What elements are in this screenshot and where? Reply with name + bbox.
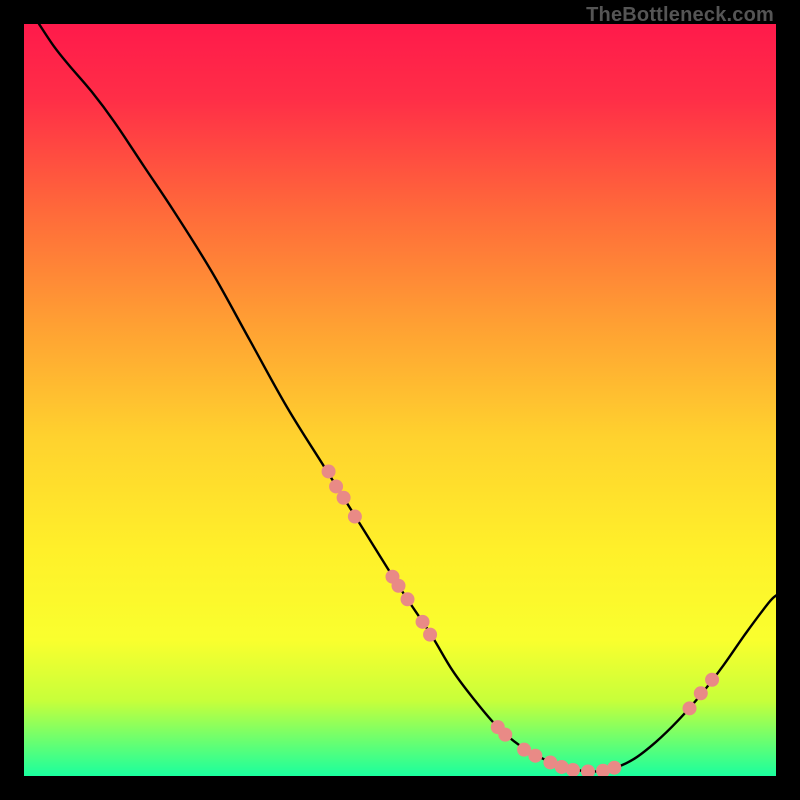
sample-point (416, 615, 430, 629)
sample-point (607, 761, 621, 775)
sample-point (348, 510, 362, 524)
chart-frame (24, 24, 776, 776)
plot-background (24, 24, 776, 776)
sample-point (705, 673, 719, 687)
sample-point (683, 701, 697, 715)
sample-point (694, 686, 708, 700)
sample-point (423, 628, 437, 642)
sample-point (528, 749, 542, 763)
sample-point (401, 592, 415, 606)
sample-point (498, 728, 512, 742)
sample-point (337, 491, 351, 505)
sample-point (322, 464, 336, 478)
sample-point (392, 579, 406, 593)
bottleneck-chart (24, 24, 776, 776)
